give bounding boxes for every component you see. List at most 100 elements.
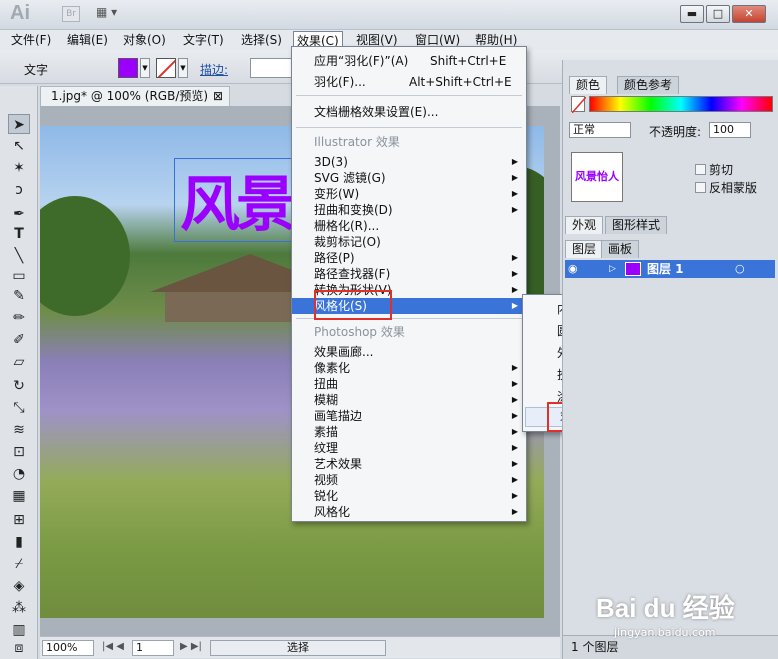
menu-type[interactable]: 文字(T): [180, 31, 227, 49]
symbol-sprayer-tool-icon[interactable]: ⁂: [8, 598, 30, 618]
current-tool-label: 文字: [24, 63, 49, 77]
page-next-icon[interactable]: ▶ ▶|: [180, 641, 202, 652]
tab-appearance[interactable]: 外观: [565, 216, 604, 234]
effect-3d-item[interactable]: 3D(3) ▶: [292, 154, 526, 170]
shape-builder-tool-icon[interactable]: ◔: [8, 464, 30, 484]
transparency-thumbnail: 风景怡人: [571, 152, 623, 202]
free-transform-tool-icon[interactable]: ⊡: [8, 442, 30, 462]
zoom-field[interactable]: 100%: [42, 640, 94, 656]
ps-stylize-item[interactable]: 风格化 ▶: [292, 504, 526, 520]
illustrator-effects-header: Illustrator 效果: [314, 135, 400, 149]
menu-file[interactable]: 文件(F): [8, 31, 54, 49]
expand-arrow-icon[interactable]: ▷: [609, 260, 616, 278]
tab-color[interactable]: 颜色: [569, 76, 608, 94]
lasso-tool-icon[interactable]: ↄ: [8, 180, 30, 200]
menu-select[interactable]: 选择(S): [238, 31, 285, 49]
menu-separator: [296, 127, 522, 128]
effect-svg-filters-item[interactable]: SVG 滤镜(G) ▶: [292, 170, 526, 186]
page-nav-icon[interactable]: |◀ ◀: [102, 641, 124, 652]
submenu-arrow-icon: ▶: [511, 395, 518, 404]
menu-edit[interactable]: 编辑(E): [64, 31, 111, 49]
close-button[interactable]: ✕: [732, 5, 766, 23]
ps-effect-gallery-item[interactable]: 效果画廊...: [292, 344, 526, 360]
ps-distort-item[interactable]: 扭曲 ▶: [292, 376, 526, 392]
stroke-label[interactable]: 描边:: [200, 61, 228, 78]
none-color-swatch[interactable]: [571, 96, 587, 114]
paintbrush-tool-icon[interactable]: ✎: [8, 286, 30, 306]
gradient-tool-icon[interactable]: ▮: [8, 532, 30, 552]
pen-tool-icon[interactable]: ✒: [8, 204, 30, 224]
line-tool-icon[interactable]: ╲: [8, 246, 30, 266]
submenu-arrow-icon: ▶: [511, 173, 518, 182]
last-effect-item[interactable]: 羽化(F)... Alt+Shift+Ctrl+E: [292, 74, 526, 90]
watermark-url: jingyan.baidu.com: [614, 626, 716, 639]
layer-target-icon[interactable]: ○: [735, 260, 745, 278]
layer-row[interactable]: ◉ ▷ 图层 1 ○: [565, 260, 775, 278]
stroke-weight-field[interactable]: [250, 58, 294, 78]
warp-tool-icon[interactable]: ≋: [8, 420, 30, 440]
type-tool-icon[interactable]: T: [8, 224, 30, 244]
tab-layers[interactable]: 图层: [565, 240, 604, 258]
page-field[interactable]: 1: [132, 640, 174, 656]
tab-color-guide[interactable]: 颜色参考: [617, 76, 680, 94]
stroke-dropdown-icon[interactable]: ▼: [178, 58, 188, 78]
selection-tool-icon[interactable]: ➤: [8, 114, 30, 134]
close-tab-icon[interactable]: ⊠: [213, 87, 223, 105]
no-color-icon: [571, 96, 587, 114]
opacity-field[interactable]: 100: [709, 122, 751, 138]
fill-color-swatch[interactable]: [118, 58, 138, 78]
blend-mode-dropdown[interactable]: 正常: [569, 122, 631, 138]
raster-settings-item[interactable]: 文档栅格效果设置(E)...: [292, 104, 526, 120]
rotate-tool-icon[interactable]: ↻: [8, 376, 30, 396]
blend-tool-icon[interactable]: ◈: [8, 576, 30, 596]
perspective-grid-tool-icon[interactable]: ▦: [8, 486, 30, 506]
tab-graphic-styles[interactable]: 图形样式: [605, 216, 668, 234]
color-spectrum-bar[interactable]: [589, 96, 773, 112]
minimize-button[interactable]: ▬: [680, 5, 704, 23]
scale-tool-icon[interactable]: ⤡: [8, 398, 30, 418]
mesh-tool-icon[interactable]: ⊞: [8, 510, 30, 530]
ps-blur-item[interactable]: 模糊 ▶: [292, 392, 526, 408]
no-stroke-icon: [157, 59, 175, 77]
artboard-tool-icon[interactable]: ⧈: [8, 638, 30, 658]
blob-brush-tool-icon[interactable]: ✐: [8, 330, 30, 350]
status-mode[interactable]: 选择: [210, 640, 386, 656]
ps-texture-item[interactable]: 纹理 ▶: [292, 440, 526, 456]
pencil-tool-icon[interactable]: ✏: [8, 308, 30, 328]
tab-artboards[interactable]: 画板: [601, 240, 640, 258]
clip-checkbox[interactable]: [695, 164, 706, 175]
ps-pixelate-item[interactable]: 像素化 ▶: [292, 360, 526, 376]
submenu-arrow-icon: ▶: [511, 379, 518, 388]
column-graph-tool-icon[interactable]: ▥: [8, 620, 30, 640]
menu-object[interactable]: 对象(O): [120, 31, 169, 49]
apply-last-effect-item[interactable]: 应用“羽化(F)”(A) Shift+Ctrl+E: [292, 53, 526, 69]
bridge-button[interactable]: Br: [62, 6, 80, 22]
maximize-button[interactable]: □: [706, 5, 730, 23]
magic-wand-tool-icon[interactable]: ✶: [8, 158, 30, 178]
effect-crop-marks-item[interactable]: 裁剪标记(O): [292, 234, 526, 250]
direct-selection-tool-icon[interactable]: ↖: [8, 136, 30, 156]
ps-sketch-item[interactable]: 素描 ▶: [292, 424, 526, 440]
effect-path-item[interactable]: 路径(P) ▶: [292, 250, 526, 266]
eyedropper-tool-icon[interactable]: ⌿: [8, 554, 30, 574]
tree-left: [40, 196, 130, 316]
stroke-color-swatch[interactable]: [156, 58, 176, 78]
visibility-eye-icon[interactable]: ◉: [568, 260, 578, 278]
effect-distort-transform-item[interactable]: 扭曲和变换(D) ▶: [292, 202, 526, 218]
document-tab[interactable]: 1.jpg* @ 100% (RGB/预览) ⊠: [40, 86, 230, 106]
layer-name[interactable]: 图层 1: [647, 260, 684, 278]
ps-sharpen-item[interactable]: 锐化 ▶: [292, 488, 526, 504]
eraser-tool-icon[interactable]: ▱: [8, 352, 30, 372]
ps-artistic-item[interactable]: 艺术效果 ▶: [292, 456, 526, 472]
fill-dropdown-icon[interactable]: ▼: [140, 58, 150, 78]
submenu-arrow-icon: ▶: [511, 253, 518, 262]
submenu-arrow-icon: ▶: [511, 427, 518, 436]
workspace-layout-icon[interactable]: ▦ ▾: [96, 5, 126, 23]
effect-warp-item[interactable]: 变形(W) ▶: [292, 186, 526, 202]
invert-mask-checkbox[interactable]: [695, 182, 706, 193]
effect-rasterize-item[interactable]: 栅格化(R)...: [292, 218, 526, 234]
rectangle-tool-icon[interactable]: ▭: [8, 266, 30, 286]
ps-brush-strokes-item[interactable]: 画笔描边 ▶: [292, 408, 526, 424]
ps-video-item[interactable]: 视频 ▶: [292, 472, 526, 488]
effect-pathfinder-item[interactable]: 路径查找器(F) ▶: [292, 266, 526, 282]
